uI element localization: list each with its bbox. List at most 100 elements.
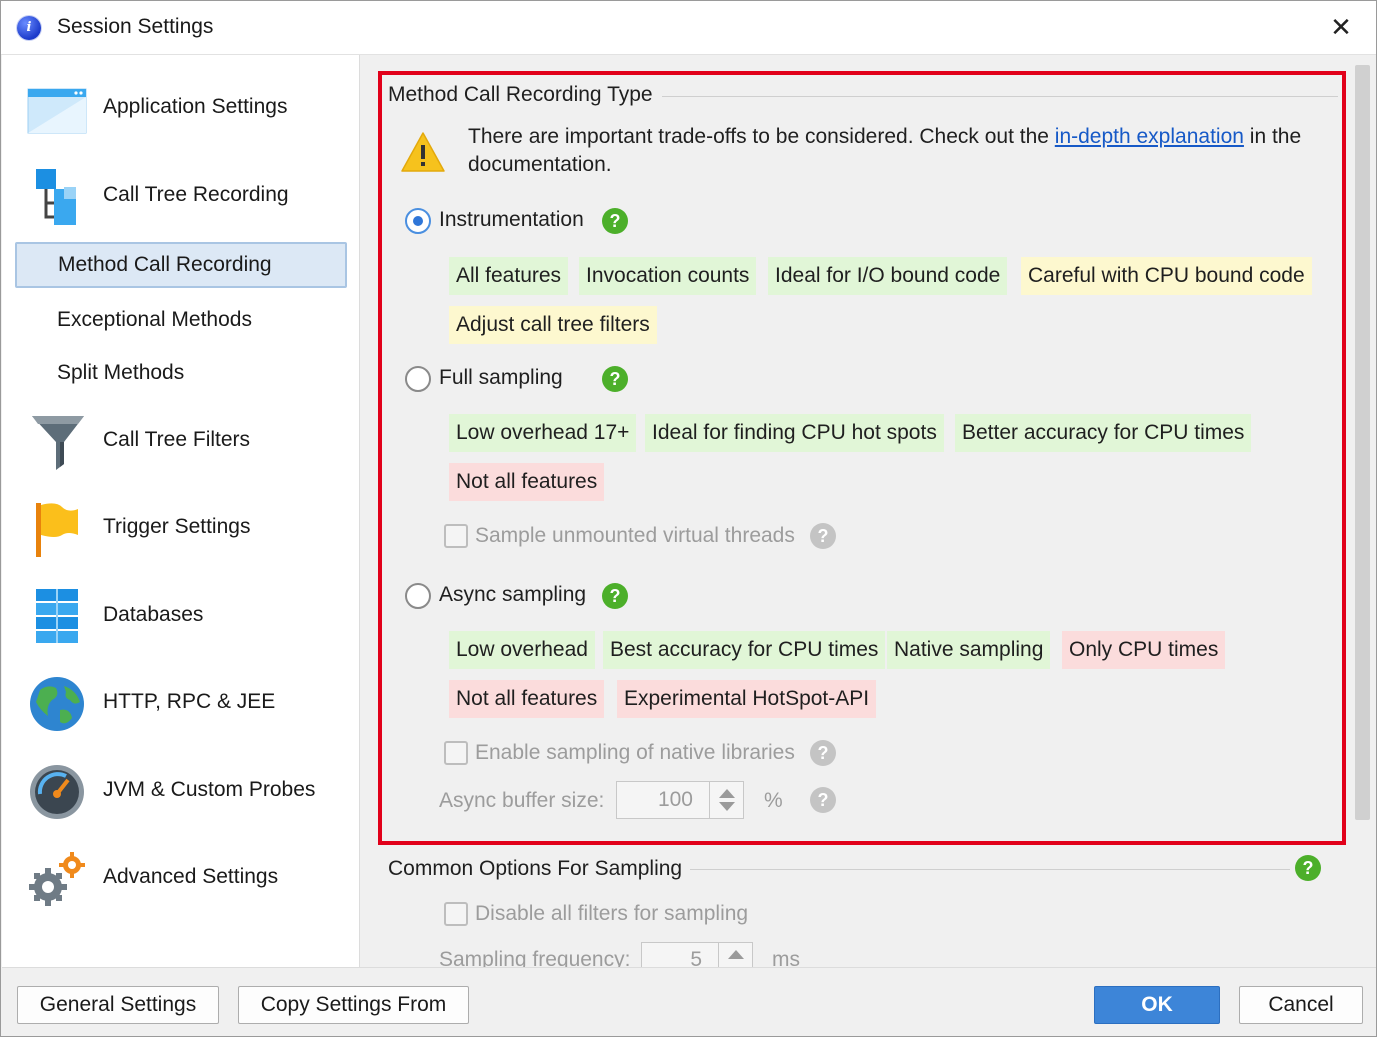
spinner-up-icon[interactable]	[728, 950, 744, 959]
close-button[interactable]: ✕	[1321, 11, 1361, 45]
sidebar-item-call-tree-filters[interactable]: Call Tree Filters	[2, 400, 360, 480]
title-bar: i Session Settings ✕	[1, 1, 1376, 55]
async-sampling-radio[interactable]	[405, 583, 431, 609]
full-sampling-label[interactable]: Full sampling	[439, 366, 563, 390]
window-title: Session Settings	[57, 15, 214, 38]
async-buffer-help-icon[interactable]: ?	[810, 787, 836, 813]
instrumentation-label[interactable]: Instrumentation	[439, 208, 584, 232]
copy-settings-from-button[interactable]: Copy Settings From	[238, 986, 469, 1024]
tag-best-accuracy-cpu: Best accuracy for CPU times	[603, 631, 886, 669]
in-depth-explanation-link[interactable]: in-depth explanation	[1055, 125, 1244, 148]
warning-text-before: There are important trade-offs to be con…	[468, 125, 1055, 148]
sidebar-item-label: JVM & Custom Probes	[103, 778, 316, 801]
sidebar-item-http-rpc-jee[interactable]: HTTP, RPC & JEE	[2, 662, 360, 742]
async-sampling-label[interactable]: Async sampling	[439, 583, 586, 607]
tag-adjust-call-tree-filters: Adjust call tree filters	[449, 306, 657, 344]
tag-low-overhead: Low overhead	[449, 631, 595, 669]
application-window-icon	[27, 88, 87, 134]
sidebar-item-label: Databases	[103, 603, 204, 626]
cancel-button[interactable]: Cancel	[1239, 986, 1363, 1024]
instrumentation-help-icon[interactable]: ?	[602, 208, 628, 234]
section-title-common-options: Common Options For Sampling	[388, 857, 683, 880]
warning-text: There are important trade-offs to be con…	[468, 123, 1328, 179]
disable-all-filters-label[interactable]: Disable all filters for sampling	[475, 902, 748, 926]
scrollbar-thumb[interactable]	[1355, 65, 1370, 820]
sidebar-item-label: Call Tree Recording	[103, 183, 289, 206]
instrumentation-radio[interactable]	[405, 208, 431, 234]
gears-icon	[29, 852, 85, 906]
highlight-frame	[378, 71, 1346, 845]
sampling-frequency-label: Sampling frequency:	[439, 948, 631, 967]
session-settings-dialog: i Session Settings ✕ Application Setting…	[0, 0, 1377, 1037]
section-divider	[690, 869, 1290, 870]
enable-native-libraries-checkbox[interactable]	[444, 741, 468, 765]
sample-unmounted-virtual-threads-label[interactable]: Sample unmounted virtual threads	[475, 524, 795, 548]
tag-only-cpu-times: Only CPU times	[1062, 631, 1226, 669]
async-buffer-unit: %	[764, 789, 783, 812]
sidebar-item-label: Method Call Recording	[58, 253, 272, 276]
section-divider	[662, 96, 1338, 97]
async-buffer-size-value[interactable]: 100	[617, 782, 709, 818]
ok-button[interactable]: OK	[1094, 986, 1220, 1024]
gauge-icon	[30, 765, 84, 819]
full-sampling-help-icon[interactable]: ?	[602, 366, 628, 392]
funnel-icon	[32, 416, 84, 470]
sidebar-item-method-call-recording[interactable]: Method Call Recording	[15, 242, 347, 288]
general-settings-button[interactable]: General Settings	[17, 986, 219, 1024]
sidebar-item-call-tree-recording[interactable]: Call Tree Recording	[2, 155, 360, 235]
section-title-recording-type: Method Call Recording Type	[388, 83, 653, 106]
tag-not-all-features: Not all features	[449, 463, 605, 501]
sidebar-item-exceptional-methods[interactable]: Exceptional Methods	[2, 297, 360, 343]
virtual-threads-help-icon[interactable]: ?	[810, 523, 836, 549]
sidebar-item-trigger-settings[interactable]: Trigger Settings	[2, 487, 360, 567]
tag-careful-cpu-bound: Careful with CPU bound code	[1021, 257, 1312, 295]
sidebar-item-advanced-settings[interactable]: Advanced Settings	[2, 837, 360, 917]
sidebar-item-label: Advanced Settings	[103, 865, 279, 888]
sampling-frequency-unit: ms	[772, 948, 800, 967]
disable-all-filters-checkbox[interactable]	[444, 902, 468, 926]
jprofiler-icon: i	[17, 16, 41, 40]
async-sampling-help-icon[interactable]: ?	[602, 583, 628, 609]
warning-icon	[401, 132, 445, 172]
async-buffer-size-label: Async buffer size:	[439, 789, 605, 812]
flag-icon	[36, 503, 78, 557]
sidebar-item-split-methods[interactable]: Split Methods	[2, 350, 360, 396]
sidebar-item-label: Split Methods	[57, 361, 185, 384]
sampling-frequency-row: Sampling frequency: 5 ms	[362, 939, 1352, 967]
tag-all-features: All features	[449, 257, 569, 295]
sample-unmounted-virtual-threads-checkbox[interactable]	[444, 524, 468, 548]
tag-ideal-cpu-hot-spots: Ideal for finding CPU hot spots	[645, 414, 944, 452]
spinner-arrows[interactable]	[718, 943, 752, 967]
spinner-down-icon[interactable]	[719, 802, 735, 811]
common-options-help-icon[interactable]: ?	[1295, 855, 1321, 881]
tag-experimental-hotspot-api: Experimental HotSpot-API	[617, 680, 877, 718]
spinner-up-icon[interactable]	[719, 789, 735, 798]
sampling-frequency-spinner[interactable]: 5	[641, 942, 753, 967]
native-libraries-help-icon[interactable]: ?	[810, 740, 836, 766]
tag-low-overhead-17: Low overhead 17+	[449, 414, 637, 452]
sidebar-item-application-settings[interactable]: Application Settings	[2, 67, 360, 147]
sidebar-item-label: Trigger Settings	[103, 515, 251, 538]
globe-icon	[30, 677, 84, 731]
spinner-arrows[interactable]	[709, 782, 743, 818]
sidebar-item-label: Exceptional Methods	[57, 308, 252, 331]
tag-native-sampling: Native sampling	[887, 631, 1051, 669]
async-buffer-size-spinner[interactable]: 100	[616, 781, 744, 819]
sidebar-item-label: Application Settings	[103, 95, 288, 118]
sidebar-item-label: HTTP, RPC & JEE	[103, 690, 276, 713]
sidebar-item-databases[interactable]: Databases	[2, 575, 360, 655]
full-sampling-radio[interactable]	[405, 366, 431, 392]
sidebar-item-label: Call Tree Filters	[103, 428, 251, 451]
sidebar-item-jvm-custom-probes[interactable]: JVM & Custom Probes	[2, 750, 360, 830]
tag-better-accuracy-cpu: Better accuracy for CPU times	[955, 414, 1252, 452]
sampling-frequency-value[interactable]: 5	[642, 948, 702, 967]
call-tree-icon	[36, 169, 76, 225]
database-icon	[36, 589, 78, 643]
tag-not-all-features: Not all features	[449, 680, 605, 718]
enable-native-libraries-label[interactable]: Enable sampling of native libraries	[475, 741, 795, 765]
settings-sidebar: Application Settings Call Tree Recording…	[2, 55, 360, 967]
settings-content: Method Call Recording Type There are imp…	[362, 55, 1376, 967]
dialog-footer: General Settings Copy Settings From OK C…	[2, 967, 1376, 1036]
tag-invocation-counts: Invocation counts	[579, 257, 757, 295]
tag-ideal-io-bound: Ideal for I/O bound code	[768, 257, 1008, 295]
